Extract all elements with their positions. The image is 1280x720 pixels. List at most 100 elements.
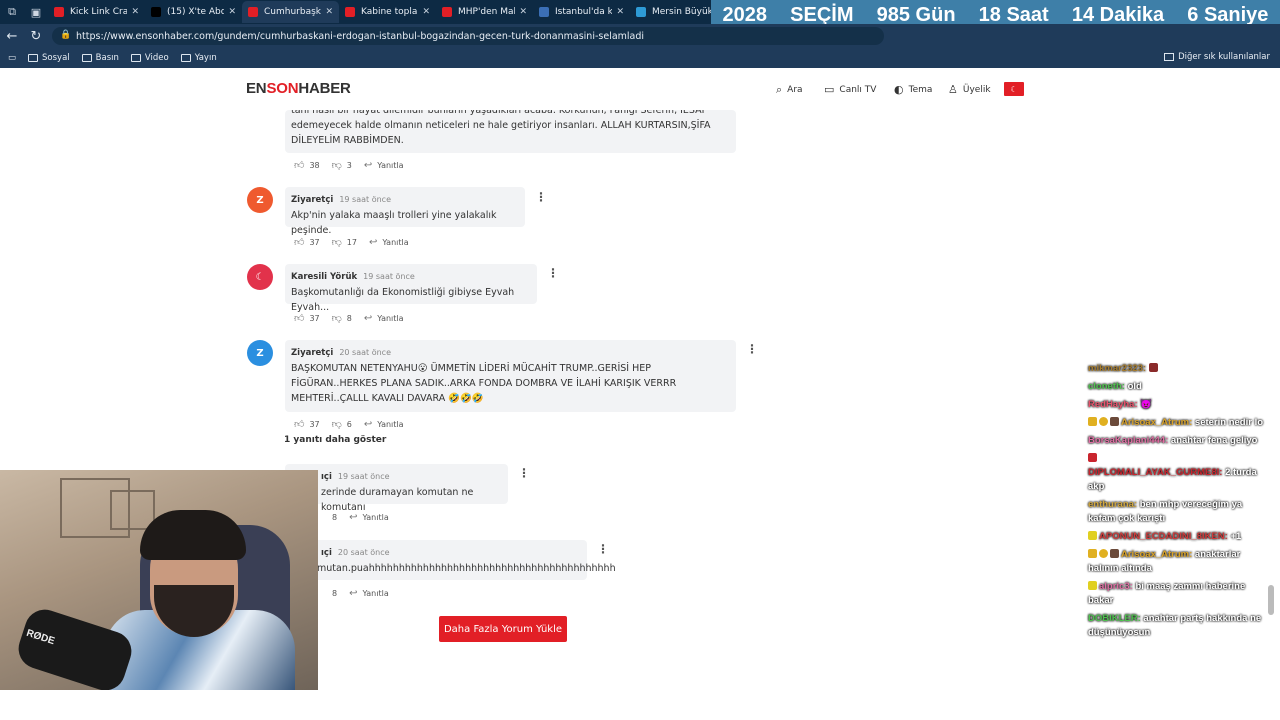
bookmark-yayin[interactable]: Yayın [180, 53, 217, 63]
theme-link[interactable]: ◐ Tema [894, 83, 932, 96]
folder-icon [28, 54, 39, 62]
comment-actions: 👍︎ 37 👎︎ 8 ↩ Yanıtla [294, 312, 416, 325]
live-tv-link[interactable]: ▭ Canlı TV [824, 83, 876, 96]
chat-message: DOBIKLER: anahtar partş hakkında ne düşü… [1088, 613, 1262, 638]
reply-button[interactable]: ↩ Yanıtla [369, 237, 409, 248]
dislike-button[interactable]: 👎︎ 17 [332, 236, 357, 248]
membership-link[interactable]: ♙ Üyelik [948, 83, 991, 96]
close-icon[interactable]: ✕ [519, 7, 527, 17]
like-button[interactable]: 👍︎ 38 [294, 159, 320, 171]
more-options-icon[interactable]: ⋮ [518, 466, 530, 480]
reply-button[interactable]: ↩ Yanıtla [364, 160, 404, 171]
like-button[interactable]: 👍︎ 37 [294, 418, 320, 430]
avatar: Z [247, 187, 273, 213]
bookmark-video[interactable]: Video [130, 53, 169, 63]
sub-badge-icon [1110, 417, 1119, 426]
screen: ⧉ ▣ Kick Link Crawler✕ (15) X'te Abdulla… [0, 0, 1280, 720]
more-options-icon[interactable]: ⋮ [535, 190, 547, 204]
comment-bubble: Ziyaretçi 20 saat önce BAŞKOMUTAN NETENYA… [285, 340, 736, 412]
site-header: ENSONHABER ⌕ Ara ▭ Canlı TV ◐ Tema ♙ Üyelik … [0, 68, 1280, 110]
chat-message: BorsaKaplani444: anahtar fena geliyo [1088, 435, 1258, 446]
page-scrollbar[interactable] [1268, 585, 1274, 615]
stream-chat: mikmar2323: cloneth: old RedHayha: 😈 Ari… [1088, 362, 1272, 644]
comment-text: mutan.puahhhhhhhhhhhhhhhhhhhhhhhhhhhhhhh… [317, 563, 616, 574]
comment-text: Başkomutanlığı da Ekonomistliği gibiyse … [291, 287, 515, 313]
reply-button[interactable]: ↩ Yanıtla [364, 313, 404, 324]
close-icon[interactable]: ✕ [131, 7, 139, 17]
like-button[interactable]: 👍︎ 37 [294, 236, 320, 248]
tab-kick[interactable]: Kick Link Crawler✕ [48, 1, 145, 23]
other-favorites[interactable]: Diğer sık kullanılanlar [1164, 52, 1270, 62]
reply-button[interactable]: ↩ Yanıtla [364, 419, 404, 430]
dislike-button[interactable]: 8 [332, 513, 337, 522]
tab-kabine[interactable]: Kabine toplantısı✕ [339, 1, 436, 23]
bookmark-basin[interactable]: Basın [81, 53, 119, 63]
comment-actions: 👍︎ 38 👎︎ 3 ↩ Yanıtla [294, 159, 416, 172]
streamer-hair [140, 510, 246, 560]
dislike-button[interactable]: 8 [332, 589, 337, 598]
close-icon[interactable]: ✕ [325, 7, 333, 17]
chat-message: mikmar2323: [1088, 362, 1272, 376]
more-options-icon[interactable]: ⋮ [746, 342, 758, 356]
thumbs-up-icon: 👍︎ [294, 160, 305, 171]
refresh-icon[interactable]: ↻ [24, 24, 48, 48]
folder-icon [130, 54, 141, 62]
close-icon[interactable]: ✕ [422, 7, 430, 17]
comment-actions: 8 ↩ Yanıtla [332, 512, 401, 523]
turkey-flag-icon[interactable]: ☾ [1004, 82, 1024, 96]
thumbs-up-icon: 👍︎ [294, 237, 305, 248]
webcam-overlay: RØDE [0, 470, 318, 690]
crown-badge-icon [1088, 549, 1097, 558]
favicon-icon [248, 7, 258, 17]
more-options-icon[interactable]: ⋮ [547, 266, 559, 280]
crown-badge-icon [1088, 417, 1097, 426]
tab-actions-icon[interactable]: ▣ [24, 0, 48, 24]
like-button[interactable]: 👍︎ 37 [294, 312, 320, 324]
site-logo[interactable]: ENSONHABER [246, 80, 351, 97]
load-more-comments-button[interactable]: Daha Fazla Yorum Yükle [439, 616, 567, 642]
sub-badge-icon [1110, 549, 1119, 558]
thumbs-down-icon: 👎︎ [331, 237, 342, 248]
dislike-button[interactable]: 👎︎ 3 [332, 159, 352, 171]
sub-badge-icon [1088, 581, 1097, 590]
reply-button[interactable]: ↩ Yanıtla [349, 588, 389, 599]
dislike-button[interactable]: 👎︎ 8 [332, 312, 352, 324]
show-more-replies-link[interactable]: 1 yanıtı daha göster [284, 435, 386, 445]
flag-badge-icon [1088, 453, 1097, 462]
more-options-icon[interactable]: ⋮ [597, 542, 609, 556]
close-icon[interactable]: ✕ [228, 7, 236, 17]
workspaces-icon[interactable]: ⧉ [0, 0, 24, 24]
reply-button[interactable]: ↩ Yanıtla [349, 512, 389, 523]
search-link[interactable]: ⌕ Ara [776, 83, 803, 97]
tab-cumhurbaskani[interactable]: Cumhurbaşkanı✕ [242, 1, 339, 23]
thumbs-down-icon: 👎︎ [331, 419, 342, 430]
comment-bubble: Karesili Yörük 19 saat önce Başkomutanlığ… [285, 264, 537, 313]
address-bar: ← ↻ 🔒 https://www.ensonhaber.com/gundem/… [0, 24, 1280, 67]
tab-istanbul[interactable]: İstanbul'da kiralık✕ [533, 1, 630, 23]
folder-icon [81, 54, 92, 62]
back-icon[interactable]: ← [0, 24, 24, 48]
reply-icon: ↩ [363, 159, 373, 171]
avatar: Z [247, 340, 273, 366]
close-icon[interactable]: ✕ [616, 7, 624, 17]
folder-icon [180, 54, 191, 62]
bookmark-sosyal[interactable]: Sosyal [28, 53, 70, 63]
bookmark-manager-icon[interactable]: ▭ [8, 53, 16, 63]
comment-actions: 👍︎ 37 👎︎ 6 ↩ Yanıtla [294, 418, 416, 431]
thumbs-down-icon: 👎︎ [331, 313, 342, 324]
x-logo-icon [151, 7, 161, 17]
chat-message: Arisoax_Atrum: anaktarlar halının altınd… [1088, 549, 1241, 574]
dislike-button[interactable]: 👎︎ 6 [332, 418, 352, 430]
tab-mhp[interactable]: MHP'den Malazgirt✕ [436, 1, 533, 23]
favicon-icon [54, 7, 64, 17]
url-field[interactable]: 🔒 https://www.ensonhaber.com/gundem/cumh… [52, 27, 884, 45]
comment-text: zerinde duramayan komutan ne komutanı [321, 487, 474, 513]
bookmarks-bar: ▭ Sosyal Basın Video Yayın Diğer sık kul… [0, 48, 1280, 68]
favicon-icon [345, 7, 355, 17]
folder-icon [1164, 53, 1175, 61]
thumbs-up-icon: 👍︎ [294, 313, 305, 324]
tab-x[interactable]: (15) X'te Abdullah✕ [145, 1, 242, 23]
chat-message: Arisoax_Atrum: seterin nedir lo [1088, 416, 1272, 430]
comment-text: Akp'nin yalaka maaşlı trolleri yine yala… [291, 210, 497, 236]
thumbs-up-icon: 👍︎ [294, 419, 305, 430]
